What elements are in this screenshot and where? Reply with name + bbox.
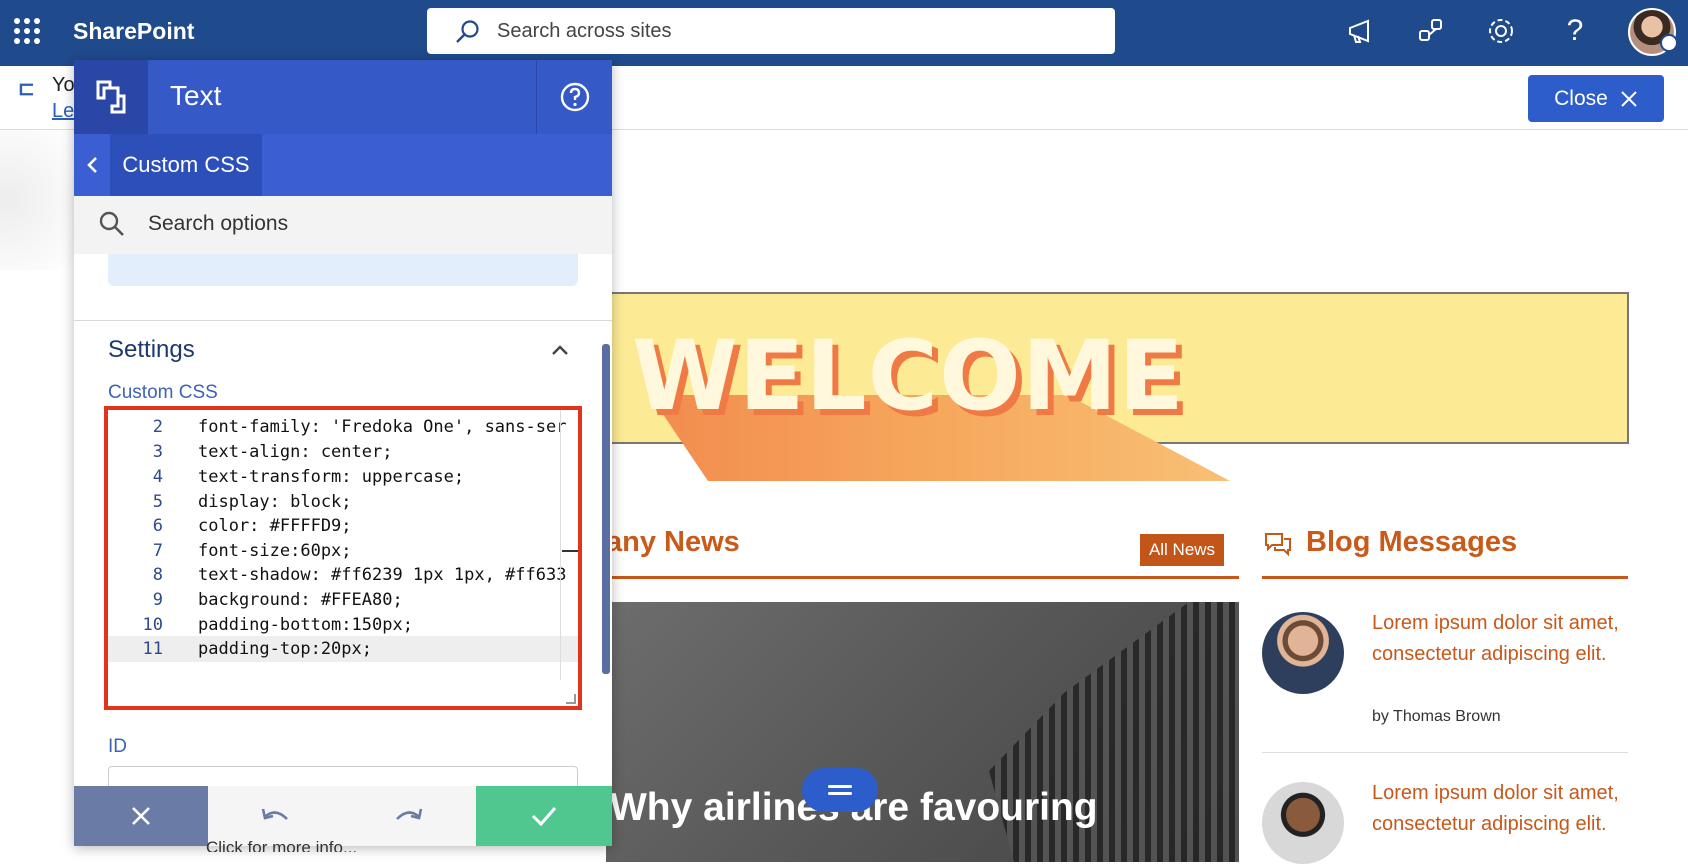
blog-excerpt[interactable]: Lorem ipsum dolor sit amet, consectetur … xyxy=(1372,778,1622,862)
code-line-active: 11 padding-top:20px; xyxy=(108,636,578,662)
tab-custom-css[interactable]: Custom CSS xyxy=(110,134,262,196)
news-divider xyxy=(606,576,1239,579)
code-line: 2 font-family: 'Fredoka One', sans-ser xyxy=(152,417,567,437)
panel-footer xyxy=(74,786,612,846)
chevron-up-icon[interactable] xyxy=(548,338,572,362)
code-line: 4 text-transform: uppercase; xyxy=(152,467,465,487)
id-field[interactable] xyxy=(108,766,578,786)
editor-scroll-divider xyxy=(560,410,561,680)
options-search-placeholder: Search options xyxy=(148,212,289,235)
back-button[interactable] xyxy=(74,134,110,196)
page-notice-text: Yo xyxy=(52,74,75,96)
search-icon xyxy=(456,20,479,43)
code-line: 5 display: block; xyxy=(152,492,352,512)
undo-button[interactable] xyxy=(208,786,342,846)
blog-divider xyxy=(1262,576,1628,579)
presence-badge-icon xyxy=(1660,34,1678,52)
site-search-box[interactable]: Search across sites xyxy=(427,8,1115,54)
text-edit-panel: Text Custom CSS Search options Settings … xyxy=(74,60,612,846)
page-notice-link[interactable]: Le xyxy=(52,100,74,123)
search-placeholder: Search across sites xyxy=(497,20,672,42)
settings-heading[interactable]: Settings xyxy=(108,336,195,364)
section-divider xyxy=(74,320,612,321)
section-menu-button[interactable] xyxy=(802,768,878,812)
help-icon[interactable]: ? xyxy=(1558,14,1592,48)
close-icon xyxy=(132,807,150,825)
info-box xyxy=(108,254,578,286)
blog-excerpt[interactable]: Lorem ipsum dolor sit amet, consectetur … xyxy=(1372,608,1622,670)
checkmark-icon xyxy=(531,807,557,827)
more-info-link[interactable]: Click for more info... xyxy=(206,838,357,852)
panel-scrollbar[interactable] xyxy=(602,344,610,674)
panel-title: Text xyxy=(170,80,222,111)
hamburger-icon xyxy=(828,785,852,795)
share-network-icon[interactable] xyxy=(1414,14,1448,48)
css-code-editor[interactable]: 2 font-family: 'Fredoka One', sans-ser 3t… xyxy=(104,406,582,710)
close-button[interactable]: Close xyxy=(1528,75,1664,122)
blog-author: by Thomas Brown xyxy=(1372,708,1501,725)
redo-icon xyxy=(396,808,423,820)
blog-author-avatar xyxy=(1262,782,1344,864)
welcome-heading: WELCOME xyxy=(632,320,1185,432)
options-search[interactable]: Search options xyxy=(74,196,612,254)
code-line: 9 background: #FFEA80; xyxy=(152,590,403,610)
gear-icon[interactable] xyxy=(1484,14,1518,48)
undo-icon xyxy=(261,808,288,820)
app-launcher-icon[interactable] xyxy=(14,18,40,44)
company-news-title: any News xyxy=(606,526,740,558)
chevron-left-icon xyxy=(87,157,97,173)
editor-marker xyxy=(562,550,578,552)
code-line: 10 padding-bottom:150px; xyxy=(142,615,413,635)
cancel-button[interactable] xyxy=(74,786,208,846)
panel-breadcrumb: Custom CSS xyxy=(74,134,612,196)
code-line: 6 color: #FFFFD9; xyxy=(152,516,352,536)
megaphone-icon[interactable] xyxy=(1344,14,1378,48)
save-button[interactable] xyxy=(476,786,612,846)
code-line: 7 font-size:60px; xyxy=(152,541,352,561)
blog-author-avatar xyxy=(1262,612,1344,694)
close-icon xyxy=(1621,90,1637,107)
search-icon xyxy=(99,211,124,236)
id-label: ID xyxy=(108,736,127,757)
panel-logo-icon xyxy=(74,60,148,134)
chat-bubbles-icon xyxy=(1265,533,1291,557)
site-logo-icon: ⊏ xyxy=(18,78,35,100)
custom-css-label: Custom CSS xyxy=(108,382,218,403)
blog-messages-title: Blog Messages xyxy=(1306,526,1518,558)
app-brand[interactable]: SharePoint xyxy=(73,18,194,45)
close-label: Close xyxy=(1554,86,1608,110)
code-line: 8 text-shadow: #ff6239 1px 1px, #ff633 xyxy=(152,565,567,585)
blog-separator xyxy=(1262,752,1628,753)
panel-help-button[interactable] xyxy=(536,60,612,134)
all-news-button[interactable]: All News xyxy=(1140,534,1224,566)
shadow-decoration xyxy=(0,130,74,270)
resize-handle-icon[interactable] xyxy=(566,694,576,704)
help-circle-icon xyxy=(560,82,589,112)
panel-header: Text xyxy=(74,60,612,134)
code-line: 3 text-align: center; xyxy=(152,442,393,462)
redo-button[interactable] xyxy=(342,786,476,846)
